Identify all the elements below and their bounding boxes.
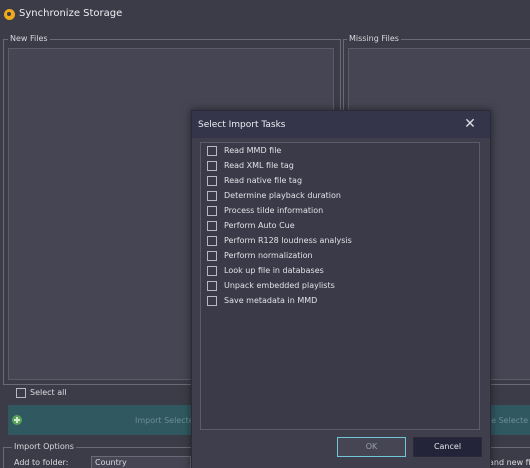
close-icon[interactable]: ✕ (462, 116, 478, 132)
import-selected-right-label: te Selecte (488, 416, 529, 425)
app-logo-icon (4, 9, 15, 20)
window-title: Synchronize Storage (19, 8, 123, 19)
new-files-label: New Files (8, 34, 50, 43)
task-checkbox[interactable] (207, 191, 217, 201)
task-item-read-xml[interactable]: Read XML file tag (207, 160, 467, 173)
task-item-unpack-playlists[interactable]: Unpack embedded playlists (207, 280, 467, 293)
add-plus-icon (12, 415, 22, 425)
task-label[interactable]: Read native file tag (224, 176, 302, 185)
task-label[interactable]: Determine playback duration (224, 191, 341, 200)
missing-files-label: Missing Files (347, 34, 401, 43)
task-checkbox[interactable] (207, 266, 217, 276)
select-all-label[interactable]: Select all (30, 388, 67, 397)
task-label[interactable]: Perform Auto Cue (224, 221, 295, 230)
task-label[interactable]: Perform R128 loudness analysis (224, 236, 352, 245)
task-item-lookup-databases[interactable]: Look up file in databases (207, 265, 467, 278)
task-label[interactable]: Unpack embedded playlists (224, 281, 335, 290)
import-selected-label: Import Selecte (135, 416, 194, 425)
task-label[interactable]: Read MMD file (224, 146, 281, 155)
task-item-read-native-tag[interactable]: Read native file tag (207, 175, 467, 188)
task-label[interactable]: Look up file in databases (224, 266, 324, 275)
task-label[interactable]: Read XML file tag (224, 161, 294, 170)
folder-field-value: Country (95, 458, 127, 467)
dialog-title-bar: Select Import Tasks ✕ (192, 111, 490, 138)
task-checkbox[interactable] (207, 281, 217, 291)
task-checkbox[interactable] (207, 146, 217, 156)
task-checkbox[interactable] (207, 206, 217, 216)
task-checkbox[interactable] (207, 221, 217, 231)
task-item-auto-cue[interactable]: Perform Auto Cue (207, 220, 467, 233)
add-to-folder-label: Add to folder: (14, 458, 69, 467)
folder-field[interactable]: Country (91, 456, 191, 468)
new-files-option-label: and new fi (489, 458, 530, 467)
task-item-playback-duration[interactable]: Determine playback duration (207, 190, 467, 203)
task-checkbox[interactable] (207, 236, 217, 246)
task-label[interactable]: Process tilde information (224, 206, 323, 215)
import-options-label: Import Options (12, 442, 76, 451)
title-bar: Synchronize Storage (0, 0, 530, 28)
task-list: Read MMD file Read XML file tag Read nat… (200, 142, 480, 430)
task-checkbox[interactable] (207, 161, 217, 171)
task-checkbox[interactable] (207, 296, 217, 306)
select-import-tasks-dialog: Select Import Tasks ✕ Read MMD file Read… (191, 110, 491, 468)
dialog-title: Select Import Tasks (198, 120, 286, 130)
task-item-read-mmd[interactable]: Read MMD file (207, 145, 467, 158)
task-checkbox[interactable] (207, 251, 217, 261)
task-checkbox[interactable] (207, 176, 217, 186)
task-label[interactable]: Perform normalization (224, 251, 313, 260)
task-item-r128-loudness[interactable]: Perform R128 loudness analysis (207, 235, 467, 248)
task-label[interactable]: Save metadata in MMD (224, 296, 317, 305)
cancel-button[interactable]: Cancel (413, 437, 482, 457)
task-item-tilde-information[interactable]: Process tilde information (207, 205, 467, 218)
synchronize-storage-window: Synchronize Storage New Files Missing Fi… (0, 0, 530, 468)
select-all-checkbox[interactable] (16, 388, 26, 398)
ok-button[interactable]: OK (337, 437, 406, 457)
task-item-save-metadata[interactable]: Save metadata in MMD (207, 295, 467, 308)
task-item-normalization[interactable]: Perform normalization (207, 250, 467, 263)
